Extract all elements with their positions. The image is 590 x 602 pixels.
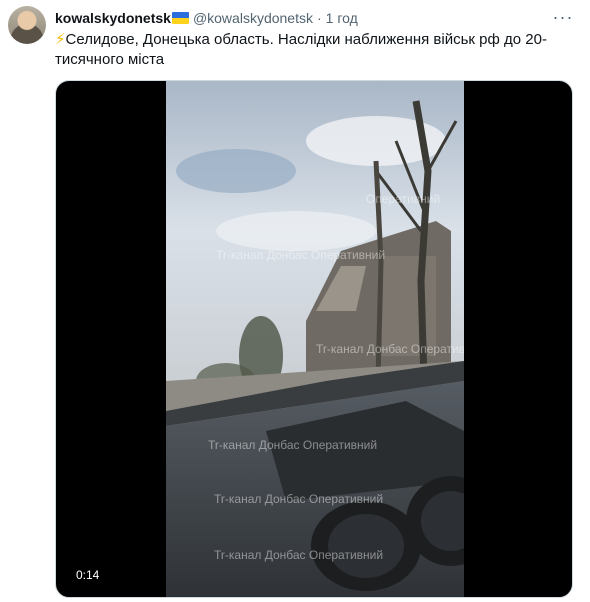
avatar[interactable] (8, 6, 46, 44)
timestamp-link[interactable]: 1 год (326, 10, 358, 26)
watermark-1: Оперативний (366, 192, 440, 206)
watermark-5: Tr-канал Донбас Оперативний (214, 492, 383, 506)
watermark-3: Tr-канал Донбас Оперативний (316, 342, 464, 356)
lightning-icon: ⚡ (55, 31, 66, 48)
tweet: kowalskydonetsk @kowalskydonetsk · 1 год… (0, 0, 590, 602)
more-horizontal-icon: ··· (552, 6, 574, 27)
display-name[interactable]: kowalskydonetsk (55, 10, 171, 26)
tweet-header: kowalskydonetsk @kowalskydonetsk · 1 год (55, 8, 358, 28)
watermark-6: Tr-канал Донбас Оперативний (214, 548, 383, 562)
more-options-button[interactable]: ··· (552, 6, 574, 28)
watermark-4: Tr-канал Донбас Оперативний (208, 438, 377, 452)
video-timestamp: 0:14 (72, 567, 104, 583)
watermark-2: Tr-канал Донбас Оперативний (216, 248, 385, 262)
video-player[interactable]: Оперативний Tr-канал Донбас Оперативний … (55, 80, 573, 598)
video-frame[interactable]: Оперативний Tr-канал Донбас Оперативний … (166, 81, 464, 598)
tweet-text-line1: Селидове, Донецька область. Наслідки наб… (65, 31, 547, 48)
handle[interactable]: @kowalskydonetsk (193, 10, 313, 26)
tweet-text-line2: тисячного міста (55, 51, 165, 68)
tweet-text: ⚡Селидове, Донецька область. Наслідки на… (55, 30, 565, 70)
ukraine-flag-icon (171, 12, 189, 24)
separator: · (316, 10, 322, 26)
